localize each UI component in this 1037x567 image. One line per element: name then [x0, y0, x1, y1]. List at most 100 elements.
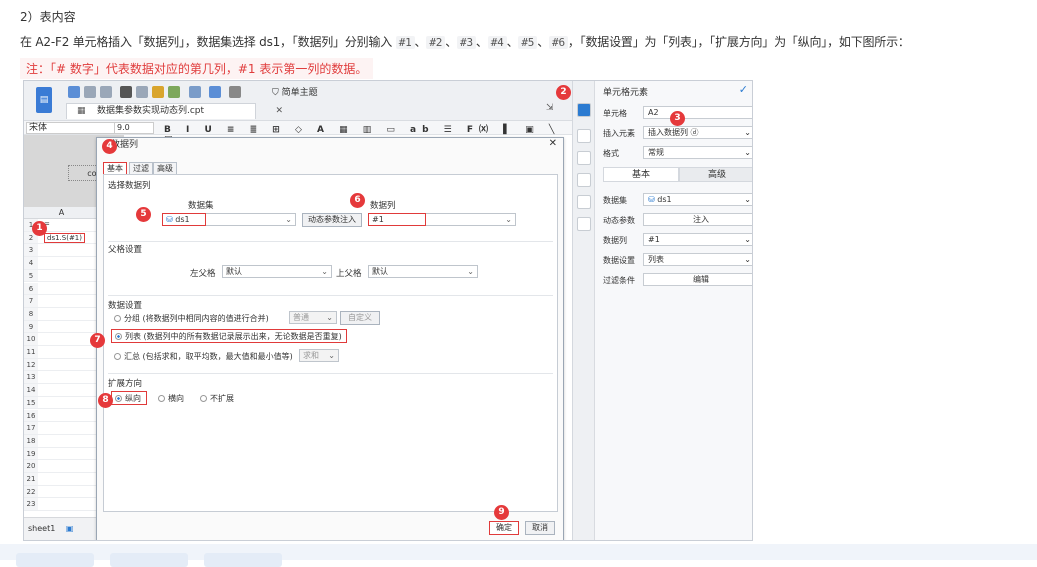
copy-icon[interactable] — [136, 86, 148, 98]
paste-icon[interactable] — [152, 86, 164, 98]
summary-mode-select[interactable]: 求和 ⌄ — [299, 349, 339, 362]
grid-row[interactable]: 11 — [24, 346, 99, 359]
step-badge-1: 1 — [32, 221, 47, 236]
column-select[interactable]: #1 ⌄ — [643, 233, 752, 246]
group-mode-value: 普通 — [293, 313, 309, 322]
sheet-tab[interactable]: sheet1 — [28, 524, 55, 533]
hyperlink-icon[interactable] — [577, 195, 591, 209]
grid-row[interactable]: 16 — [24, 409, 99, 423]
datasetting-label: 数据设置 — [603, 256, 635, 265]
grid-row[interactable]: 22 — [24, 485, 99, 499]
export-icon[interactable] — [229, 86, 241, 98]
column-select-dropdown[interactable]: ⌄ — [426, 213, 516, 226]
save-icon[interactable] — [68, 86, 80, 98]
row-number: 12 — [24, 358, 38, 371]
radio-vertical[interactable] — [115, 395, 122, 402]
grid-row[interactable]: 18 — [24, 434, 99, 448]
dataset-label: 数据集 — [603, 196, 627, 205]
up-parent-select[interactable]: 默认 ⌄ — [368, 265, 478, 278]
grid-row[interactable]: 12 — [24, 358, 99, 372]
cell-a2[interactable]: ds1.S(#1) — [44, 232, 85, 243]
style-select[interactable]: 常规 ⌄ — [643, 146, 752, 159]
condition-icon[interactable] — [577, 173, 591, 187]
grid-row[interactable]: 6 — [24, 282, 99, 296]
row-number: 19 — [24, 447, 38, 460]
dataset-select[interactable]: ⛁ ds1 — [162, 213, 206, 226]
custom-button[interactable]: 自定义 — [340, 311, 380, 325]
footer-button-3[interactable] — [204, 553, 282, 567]
radio-none[interactable] — [200, 395, 207, 402]
panel-tab-advanced[interactable]: 高级 — [679, 167, 752, 182]
cell-input[interactable]: A2 — [643, 106, 752, 119]
theme-button[interactable]: ⛉ 简单主题 — [272, 85, 318, 98]
check-icon[interactable]: ✓ — [739, 83, 748, 96]
grid-row[interactable]: 10 — [24, 333, 99, 346]
radio-group[interactable] — [114, 315, 121, 322]
dialog-body: 选择数据列 数据集 数据列 ⛁ ds1 ⌄ 动态参数注入 #1 ⌄ 父格设置 左… — [103, 174, 558, 512]
section-heading: 2）表内容 — [20, 10, 76, 24]
dialog-close-icon[interactable]: ✕ — [549, 138, 557, 149]
list-option-box[interactable]: 列表 (数据列中的所有数据记录展示出来，无论数据是否重复) — [111, 329, 347, 343]
file-tab[interactable]: 数据集参数实现动态列.cpt ▦ ✕ — [66, 103, 283, 119]
tab-menu-icon[interactable]: ⇲ — [546, 103, 554, 113]
grid-row[interactable]: 21 — [24, 473, 99, 486]
vertical-option-box[interactable]: 纵向 — [111, 391, 147, 405]
format-painter-icon[interactable] — [168, 86, 180, 98]
footer-button-1[interactable] — [16, 553, 94, 567]
cut-icon[interactable] — [120, 86, 132, 98]
widget-icon[interactable] — [577, 217, 591, 231]
grid-row[interactable]: 9 — [24, 320, 99, 334]
insert-select[interactable]: 插入数据列 ⓓ ⌄ — [643, 126, 752, 139]
datasetting-select[interactable]: 列表 ⌄ — [643, 253, 752, 266]
attribute-icon[interactable] — [577, 151, 591, 165]
grid-row[interactable]: 14 — [24, 384, 99, 397]
left-parent-select[interactable]: 默认 ⌄ — [222, 265, 332, 278]
dynamic-param-button[interactable]: 动态参数注入 — [302, 213, 362, 227]
preview-icon[interactable] — [189, 86, 201, 98]
format-toolbar: 宋体 9.0 B I U ≡ ≣ ⊞ ◇ A ▦ ▥ ▭ ab ☰ F⒳ ▌ ▣… — [24, 121, 572, 145]
inject-button[interactable]: 注入 — [643, 213, 752, 226]
dataset-select[interactable]: ⛁ ds1 ⌄ — [643, 193, 752, 206]
ok-button[interactable]: 确定 — [489, 521, 519, 535]
template-icon[interactable] — [209, 86, 221, 98]
dataset-value: ds1 — [175, 215, 190, 224]
grid-row[interactable]: 5 — [24, 269, 99, 283]
column-header-a[interactable]: A — [24, 207, 99, 219]
radio-summary[interactable] — [114, 353, 121, 360]
spreadsheet-grid[interactable]: A 1 = 2 ds1.S(#1) 3 4 5 6 7 8 9 10 11 12 13 14 15 16 17 18 1… — [24, 207, 99, 517]
grid-row[interactable]: 19 — [24, 447, 99, 461]
grid-row[interactable]: 15 — [24, 396, 99, 410]
undo-icon[interactable] — [84, 86, 96, 98]
font-size-select[interactable]: 9.0 — [114, 122, 154, 134]
grid-row[interactable]: 20 — [24, 460, 99, 473]
step-badge-6: 6 — [350, 193, 365, 208]
grid-row[interactable]: 17 — [24, 422, 99, 435]
cancel-button[interactable]: 取消 — [525, 521, 555, 535]
grid-row[interactable]: 7 — [24, 295, 99, 308]
footer-button-2[interactable] — [110, 553, 188, 567]
group-mode-select[interactable]: 普通 ⌄ — [289, 311, 337, 324]
add-sheet-icon[interactable]: ▣ — [66, 524, 74, 533]
data-column-dialog: 数据列 ✕ 基本 过滤 高级 选择数据列 数据集 数据列 ⛁ ds1 ⌄ 动态参… — [96, 137, 564, 540]
column-input[interactable]: #1 — [368, 213, 426, 226]
grid-row[interactable]: 13 — [24, 371, 99, 385]
row-number: 4 — [24, 257, 38, 269]
panel-tab-basic[interactable]: 基本 — [603, 167, 679, 182]
grid-row[interactable]: 3 — [24, 244, 99, 258]
chevron-down-icon: ⌄ — [467, 267, 474, 276]
filter-edit-button[interactable]: 编辑 — [643, 273, 752, 286]
radio-horizontal[interactable] — [158, 395, 165, 402]
close-tab-icon[interactable]: ✕ — [275, 104, 283, 119]
panel-tabs: 基本 高级 — [603, 167, 752, 182]
code-2: #2 — [426, 36, 446, 49]
radio-list[interactable] — [115, 333, 122, 340]
cell-element-icon[interactable] — [577, 103, 591, 117]
dataset-select-dropdown[interactable]: ⌄ — [206, 213, 296, 226]
grid-row[interactable]: 23 — [24, 498, 99, 512]
row-number: 18 — [24, 434, 38, 447]
grid-row[interactable]: 8 — [24, 307, 99, 321]
grid-row[interactable]: 4 — [24, 257, 99, 270]
row-number: 22 — [24, 485, 38, 498]
redo-icon[interactable] — [100, 86, 112, 98]
style-icon[interactable] — [577, 129, 591, 143]
